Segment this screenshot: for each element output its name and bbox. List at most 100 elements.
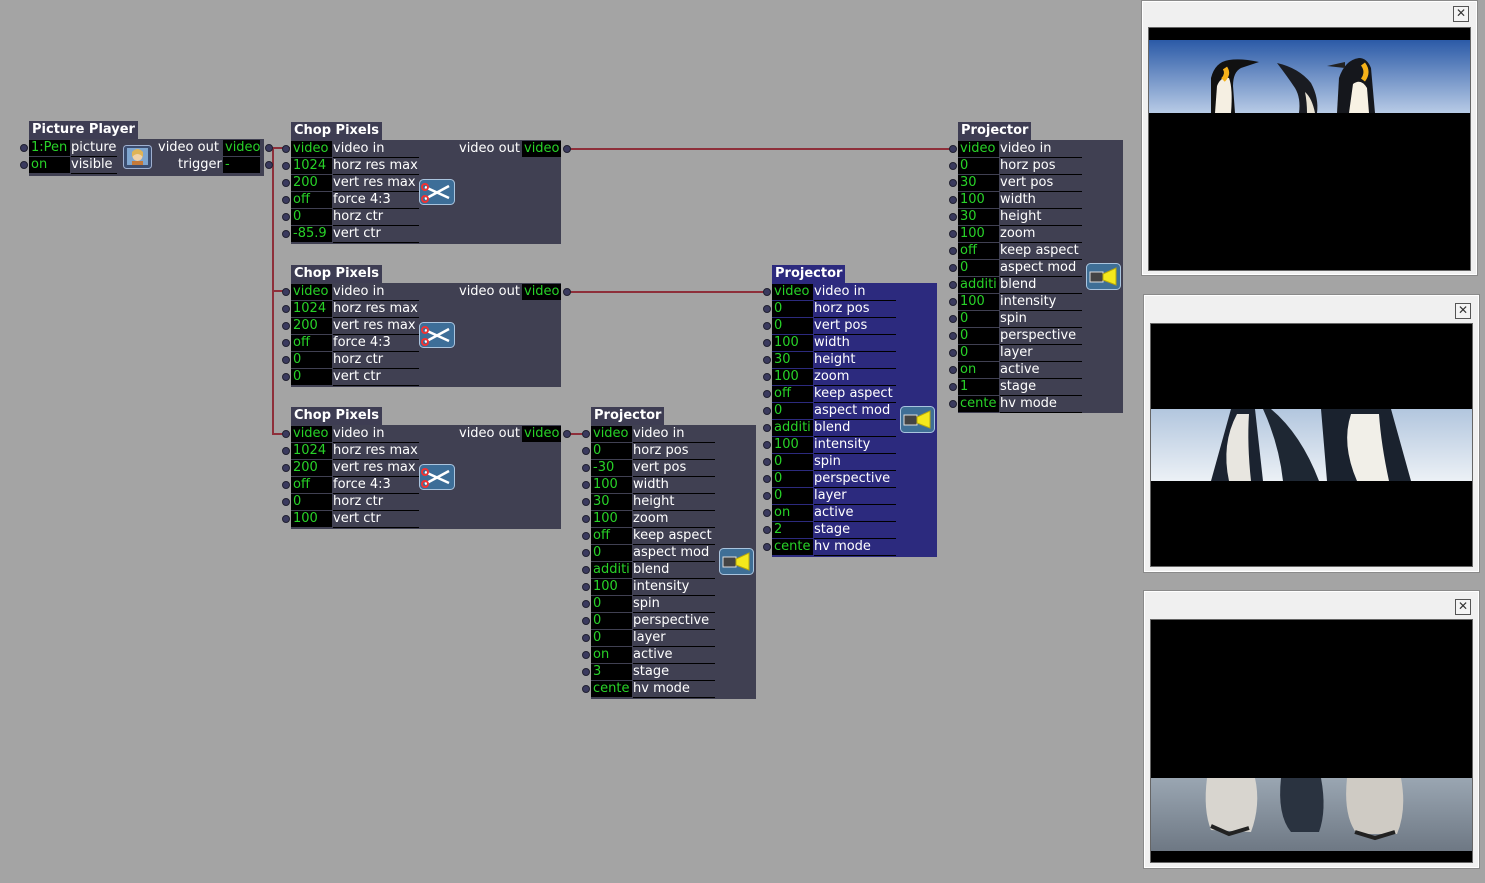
module-title[interactable]: Chop Pixels <box>291 407 382 425</box>
param-value[interactable]: 200 <box>291 175 332 191</box>
close-icon[interactable]: ✕ <box>1455 599 1471 615</box>
param-value[interactable]: 30 <box>772 352 813 368</box>
input-port[interactable] <box>949 400 957 408</box>
input-port[interactable] <box>582 515 590 523</box>
input-port[interactable] <box>282 288 290 296</box>
projector-module-3[interactable]: Projector video video in 0 horz pos -30 vert … <box>582 407 756 699</box>
projector-module-1[interactable]: Projector video video in 0 horz pos 30 vert p… <box>949 122 1123 413</box>
param-value[interactable]: 100 <box>772 437 813 453</box>
input-port[interactable] <box>949 281 957 289</box>
input-port[interactable] <box>582 498 590 506</box>
param-value[interactable]: 0 <box>772 301 813 317</box>
close-icon[interactable]: ✕ <box>1455 303 1471 319</box>
param-value[interactable]: 100 <box>591 511 632 527</box>
chop-pixels-module-2[interactable]: Chop Pixels video video in 1024 horz res ma… <box>282 265 571 387</box>
input-port[interactable] <box>282 464 290 472</box>
input-port[interactable] <box>949 247 957 255</box>
param-value[interactable]: off <box>291 335 332 351</box>
input-port[interactable] <box>949 332 957 340</box>
param-value[interactable]: on <box>772 505 813 521</box>
param-value[interactable]: on <box>591 647 632 663</box>
param-value[interactable]: 100 <box>772 369 813 385</box>
param-value[interactable]: 0 <box>291 494 332 510</box>
input-port[interactable] <box>763 526 771 534</box>
param-value[interactable]: 0 <box>291 352 332 368</box>
input-port[interactable] <box>949 213 957 221</box>
input-port[interactable] <box>949 366 957 374</box>
output-port[interactable] <box>563 145 571 153</box>
module-title[interactable]: Chop Pixels <box>291 265 382 283</box>
input-port[interactable] <box>949 298 957 306</box>
param-value[interactable]: cente <box>958 396 999 412</box>
close-icon[interactable]: ✕ <box>1453 6 1469 22</box>
param-value[interactable]: 200 <box>291 460 332 476</box>
param-value[interactable]: 0 <box>772 454 813 470</box>
input-port[interactable] <box>282 305 290 313</box>
param-value[interactable]: 1024 <box>291 158 332 174</box>
module-title[interactable]: Chop Pixels <box>291 122 382 140</box>
input-port[interactable] <box>763 458 771 466</box>
param-value[interactable]: 0 <box>591 443 632 459</box>
param-value[interactable]: off <box>291 192 332 208</box>
param-value[interactable]: 1024 <box>291 443 332 459</box>
input-port[interactable] <box>582 668 590 676</box>
input-port[interactable] <box>282 213 290 221</box>
module-title[interactable]: Projector <box>958 122 1032 140</box>
input-port[interactable] <box>949 179 957 187</box>
param-value[interactable]: 0 <box>291 369 332 385</box>
param-value[interactable]: additi <box>958 277 999 293</box>
param-value[interactable]: 0 <box>772 488 813 504</box>
param-value[interactable]: video <box>291 426 332 442</box>
input-port[interactable] <box>582 549 590 557</box>
param-value[interactable]: 30 <box>958 175 999 191</box>
input-port[interactable] <box>949 349 957 357</box>
stage-window-3[interactable]: ✕ <box>1143 590 1480 869</box>
module-title[interactable]: Projector <box>772 265 846 283</box>
input-port[interactable] <box>763 305 771 313</box>
param-value[interactable]: off <box>291 477 332 493</box>
param-value[interactable]: -30 <box>591 460 632 476</box>
stage-window-1[interactable]: ✕ <box>1141 0 1478 276</box>
param-value[interactable]: on <box>958 362 999 378</box>
input-port[interactable] <box>282 430 290 438</box>
picture-player-module[interactable]: Picture Player 1:Pen picture on visible … <box>20 121 273 176</box>
output-value[interactable]: video <box>522 284 561 300</box>
param-value[interactable]: 100 <box>591 579 632 595</box>
param-value[interactable]: additi <box>591 562 632 578</box>
input-port[interactable] <box>282 498 290 506</box>
input-port[interactable] <box>582 617 590 625</box>
param-value[interactable]: 0 <box>958 345 999 361</box>
output-port[interactable] <box>563 430 571 438</box>
output-value[interactable]: video <box>522 426 561 442</box>
output-value[interactable]: video <box>223 140 261 156</box>
input-port[interactable] <box>282 196 290 204</box>
input-port[interactable] <box>763 356 771 364</box>
stage-window-2[interactable]: ✕ <box>1143 294 1480 573</box>
param-value[interactable]: -85.9 <box>291 226 332 242</box>
param-value[interactable]: 2 <box>772 522 813 538</box>
param-value[interactable]: 30 <box>958 209 999 225</box>
param-value[interactable]: 0 <box>958 311 999 327</box>
input-port[interactable] <box>282 356 290 364</box>
input-port[interactable] <box>763 288 771 296</box>
input-port[interactable] <box>582 651 590 659</box>
input-port[interactable] <box>763 407 771 415</box>
input-port[interactable] <box>282 339 290 347</box>
param-value[interactable]: 0 <box>958 328 999 344</box>
input-port[interactable] <box>582 685 590 693</box>
input-port[interactable] <box>763 509 771 517</box>
input-port[interactable] <box>949 162 957 170</box>
input-port[interactable] <box>20 161 28 169</box>
param-value[interactable]: 0 <box>958 158 999 174</box>
param-value[interactable]: off <box>958 243 999 259</box>
input-port[interactable] <box>582 634 590 642</box>
param-value[interactable]: 100 <box>591 477 632 493</box>
param-value[interactable]: video <box>958 141 999 157</box>
param-value[interactable]: 200 <box>291 318 332 334</box>
param-value[interactable]: additi <box>772 420 813 436</box>
chop-pixels-module-1[interactable]: Chop Pixels video video in 1024 horz res ma… <box>282 122 571 244</box>
input-port[interactable] <box>582 600 590 608</box>
input-port[interactable] <box>582 566 590 574</box>
output-port[interactable] <box>265 161 273 169</box>
input-port[interactable] <box>282 515 290 523</box>
